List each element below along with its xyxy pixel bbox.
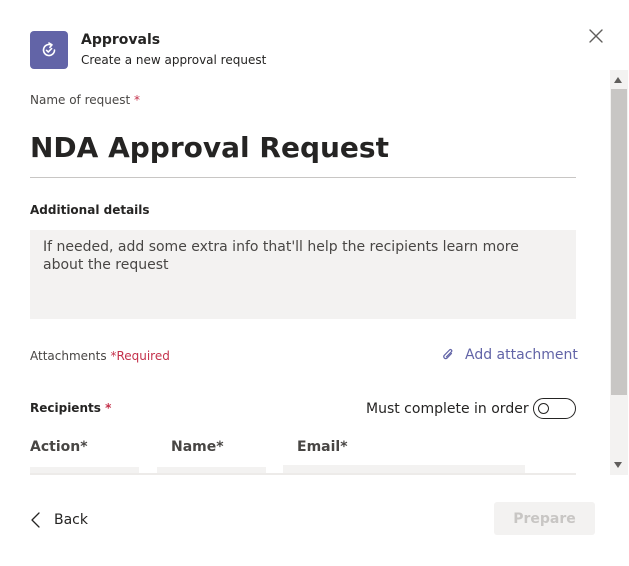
details-label: Additional details bbox=[30, 203, 150, 217]
must-complete-toggle[interactable] bbox=[533, 398, 576, 419]
column-header-name: Name* bbox=[171, 439, 224, 455]
recipients-label-text: Recipients bbox=[30, 401, 101, 415]
scroll-up-arrow[interactable] bbox=[614, 77, 622, 83]
recipients-row-divider bbox=[30, 473, 576, 475]
name-input-underline bbox=[30, 177, 576, 178]
back-label: Back bbox=[54, 512, 88, 528]
toggle-knob bbox=[538, 402, 549, 414]
refresh-check-icon bbox=[42, 42, 56, 57]
name-label: Name of request * bbox=[30, 93, 140, 107]
approval-dialog: Approvals Create a new approval request … bbox=[0, 0, 629, 566]
request-name-input[interactable]: NDA Approval Request bbox=[30, 131, 389, 164]
required-mark: * bbox=[134, 93, 141, 107]
attachments-label-text: Attachments bbox=[30, 349, 107, 363]
recipients-label: Recipients * bbox=[30, 401, 111, 415]
details-textarea[interactable]: If needed, add some extra info that'll h… bbox=[30, 230, 576, 319]
prepare-button[interactable]: Prepare bbox=[494, 502, 595, 535]
attachments-required-text: *Required bbox=[110, 349, 170, 363]
add-attachment-button[interactable]: Add attachment bbox=[441, 347, 578, 363]
close-icon bbox=[589, 29, 603, 43]
approvals-app-icon bbox=[30, 31, 68, 69]
dialog-subtitle: Create a new approval request bbox=[81, 53, 267, 67]
email-field[interactable] bbox=[283, 465, 525, 473]
scrollbar-thumb[interactable] bbox=[611, 89, 627, 395]
required-mark: * bbox=[105, 401, 112, 415]
column-header-email: Email* bbox=[297, 439, 348, 455]
paperclip-icon bbox=[443, 349, 453, 360]
column-header-action: Action* bbox=[30, 439, 88, 455]
back-button[interactable]: Back bbox=[30, 511, 88, 529]
add-attachment-label: Add attachment bbox=[465, 347, 578, 363]
name-label-text: Name of request bbox=[30, 93, 131, 107]
dialog-title: Approvals bbox=[81, 32, 161, 48]
chevron-left-icon bbox=[31, 512, 40, 528]
close-button[interactable] bbox=[586, 26, 606, 46]
scroll-down-arrow[interactable] bbox=[614, 462, 622, 468]
attachments-label: Attachments *Required bbox=[30, 349, 170, 363]
must-complete-label: Must complete in order bbox=[366, 401, 529, 417]
